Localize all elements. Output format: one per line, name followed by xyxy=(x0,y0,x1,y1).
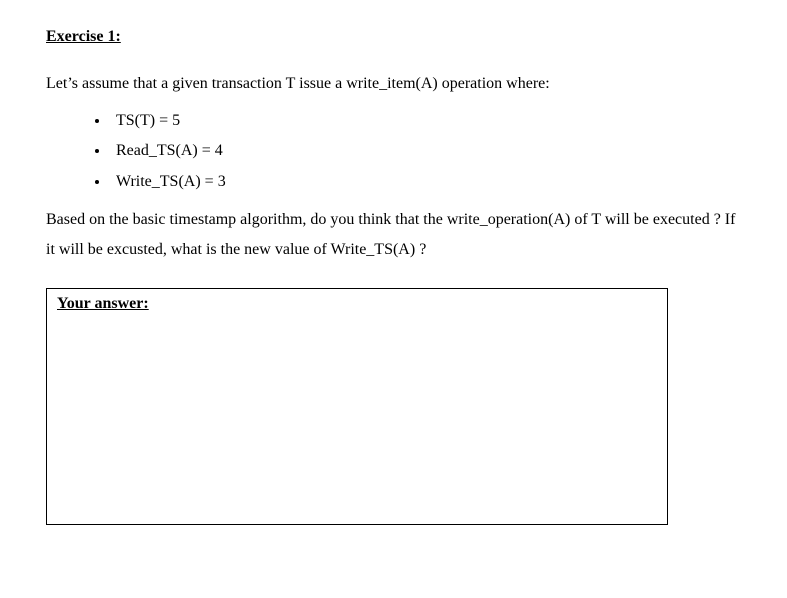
page: Exercise 1: Let’s assume that a given tr… xyxy=(0,0,787,598)
intro-text: Let’s assume that a given transaction T … xyxy=(46,72,741,96)
given-values-list: TS(T) = 5 Read_TS(A) = 4 Write_TS(A) = 3 xyxy=(46,106,741,197)
answer-box[interactable]: Your answer: xyxy=(46,288,668,525)
question-text: Based on the basic timestamp algorithm, … xyxy=(46,205,741,264)
list-item: Read_TS(A) = 4 xyxy=(110,136,741,166)
list-item: TS(T) = 5 xyxy=(110,106,741,136)
exercise-heading: Exercise 1: xyxy=(46,28,741,46)
answer-label: Your answer: xyxy=(57,295,149,312)
list-item: Write_TS(A) = 3 xyxy=(110,167,741,197)
